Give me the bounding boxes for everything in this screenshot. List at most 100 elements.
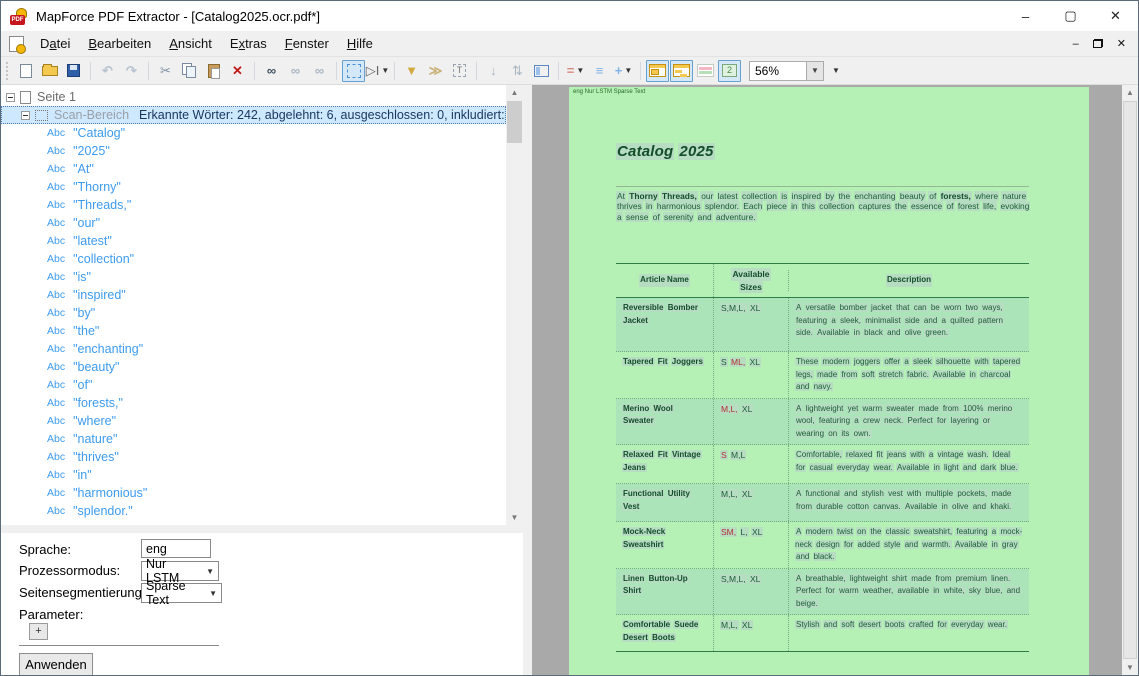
pdf-size-word[interactable]: S	[720, 357, 728, 367]
tree-word-item[interactable]: Abc"the"	[1, 322, 506, 340]
pdf-word[interactable]: side	[904, 316, 921, 325]
preview-scrollbar-thumb[interactable]	[1123, 101, 1137, 659]
pdf-word[interactable]: pattern	[977, 316, 1004, 325]
pdf-word[interactable]: in	[790, 201, 799, 211]
menu-item-fenster[interactable]: Fenster	[276, 32, 338, 55]
menu-item-extras[interactable]: Extras	[221, 32, 276, 55]
tree-scan-bereich[interactable]: Scan-Bereich Erkannte Wörter: 242, abgel…	[1, 106, 506, 124]
pdf-word[interactable]: available	[896, 586, 930, 595]
pdf-word[interactable]: A	[795, 303, 802, 312]
pdf-word[interactable]: jeans	[886, 450, 907, 459]
tree-scrollbar[interactable]: ▲ ▼	[506, 85, 523, 525]
tree-word-item[interactable]: Abc"nature"	[1, 430, 506, 448]
view-compare-button[interactable]: 2	[718, 60, 741, 82]
tree-word-item[interactable]: Abc"in"	[1, 466, 506, 484]
pdf-word[interactable]: everyday	[950, 620, 984, 629]
pdf-word[interactable]: in	[933, 463, 941, 472]
pdf-word[interactable]: Boots	[651, 633, 676, 642]
pdf-word[interactable]: navy.	[813, 382, 834, 391]
equals-mapping-dropdown-icon[interactable]: ▼	[576, 66, 584, 75]
pdf-word[interactable]: linen.	[990, 574, 1011, 583]
pdf-word[interactable]: white,	[943, 586, 966, 595]
pdf-word[interactable]: Vest	[622, 502, 640, 511]
pdf-word[interactable]: featuring	[955, 527, 988, 536]
pdf-word[interactable]: in	[853, 328, 861, 337]
pdf-word[interactable]: the	[869, 527, 882, 536]
pdf-word[interactable]: a	[941, 316, 947, 325]
pdf-word[interactable]: two	[965, 303, 979, 312]
pdf-word[interactable]: modern	[821, 357, 850, 366]
apply-button[interactable]: Anwenden	[19, 653, 93, 676]
pdf-size-word[interactable]: L,	[740, 527, 749, 537]
pdf-word[interactable]: evoking	[1000, 201, 1031, 211]
pdf-word[interactable]: made	[816, 370, 838, 379]
pdf-word[interactable]: dark	[980, 463, 998, 472]
move-anchor-button[interactable]: +▼	[612, 60, 635, 82]
text-recognition-button[interactable]: T	[448, 60, 471, 82]
pdf-word[interactable]: and	[795, 382, 810, 391]
pdf-word[interactable]: for	[937, 620, 948, 629]
collapse-icon[interactable]	[6, 93, 15, 102]
tree-word-item[interactable]: Abc"forests,"	[1, 394, 506, 412]
pdf-word[interactable]: Relaxed	[622, 450, 655, 459]
cursor-mode-dropdown-icon[interactable]: ▼	[381, 66, 389, 75]
pdf-word[interactable]: Perfect	[795, 586, 822, 595]
filter-button[interactable]: ▼	[400, 60, 423, 82]
pdf-word[interactable]: and	[904, 540, 919, 549]
pdf-word[interactable]: featuring	[818, 416, 851, 425]
layout-window-button[interactable]	[530, 60, 553, 82]
pdf-word[interactable]: Stylish	[795, 620, 821, 629]
pdf-word[interactable]: lightweight	[849, 574, 889, 583]
tree-scrollbar-thumb[interactable]	[507, 101, 522, 143]
pdf-word[interactable]: featuring	[795, 316, 828, 325]
pdf-size-word[interactable]: ML,	[730, 357, 746, 367]
tree-word-item[interactable]: Abc"Thorny"	[1, 178, 506, 196]
pdf-word[interactable]: Sizes	[739, 281, 763, 294]
pdf-word[interactable]: forest	[957, 201, 980, 211]
equals-mapping-button[interactable]: =▼	[564, 60, 587, 82]
pdf-word[interactable]: Utility	[667, 489, 691, 498]
select-area-button[interactable]	[342, 60, 365, 82]
tree-word-item[interactable]: Abc"beauty"	[1, 358, 506, 376]
pdf-word[interactable]: on	[856, 527, 867, 536]
pdf-word[interactable]: Name	[666, 274, 690, 287]
pdf-word[interactable]: weather,	[862, 586, 894, 595]
pdf-word[interactable]: A	[795, 489, 802, 498]
pdf-word[interactable]: a	[853, 416, 859, 425]
pdf-word[interactable]: with	[909, 450, 925, 459]
pdf-word[interactable]: and	[886, 328, 901, 337]
view-page-button[interactable]	[646, 60, 669, 82]
pdf-word[interactable]: Each	[742, 201, 763, 211]
pdf-word[interactable]: cotton	[846, 502, 870, 511]
pdf-word[interactable]: vest	[887, 489, 904, 498]
pdf-word[interactable]: Perfect	[906, 416, 933, 425]
tree-word-item[interactable]: Abc"where"	[1, 412, 506, 430]
pdf-word[interactable]: A	[795, 574, 802, 583]
pdf-size-word[interactable]: M,L	[730, 450, 746, 460]
pdf-word[interactable]: modern	[805, 527, 834, 536]
pdf-word[interactable]: our	[700, 191, 714, 201]
pdf-word[interactable]: wear.	[987, 620, 1008, 629]
pdf-word[interactable]: premium	[955, 574, 988, 583]
pdf-word[interactable]: A	[795, 404, 802, 413]
pdf-word[interactable]: of	[928, 191, 937, 201]
pdf-word[interactable]: own.	[853, 429, 872, 438]
pdf-word[interactable]: desert	[858, 620, 882, 629]
tree-word-item[interactable]: Abc"splendor."	[1, 502, 506, 520]
pdf-word[interactable]: neck.	[883, 416, 904, 425]
pdf-word[interactable]: thrives	[616, 201, 643, 211]
pdf-word[interactable]: stylish	[861, 489, 885, 498]
pdf-size-word[interactable]: M,L,	[720, 489, 739, 499]
pdf-word[interactable]: its	[840, 429, 850, 438]
list-items-button[interactable]: ≡	[588, 60, 611, 82]
pdf-word[interactable]: ways,	[981, 303, 1003, 312]
scroll-down-icon[interactable]: ▼	[1122, 660, 1138, 675]
pdf-page[interactable]: eng Nur LSTM Sparse Text Catalog2025 At …	[569, 87, 1089, 675]
pdf-word[interactable]: of	[652, 212, 661, 222]
pdf-word[interactable]: relaxed	[845, 450, 873, 459]
pdf-word[interactable]: added	[857, 540, 881, 549]
pdf-word[interactable]: nature	[1001, 191, 1027, 201]
pdf-word[interactable]: Fit	[657, 357, 669, 366]
pdf-word[interactable]: wear.	[873, 463, 894, 472]
tree-word-item[interactable]: Abc"harmonious"	[1, 484, 506, 502]
